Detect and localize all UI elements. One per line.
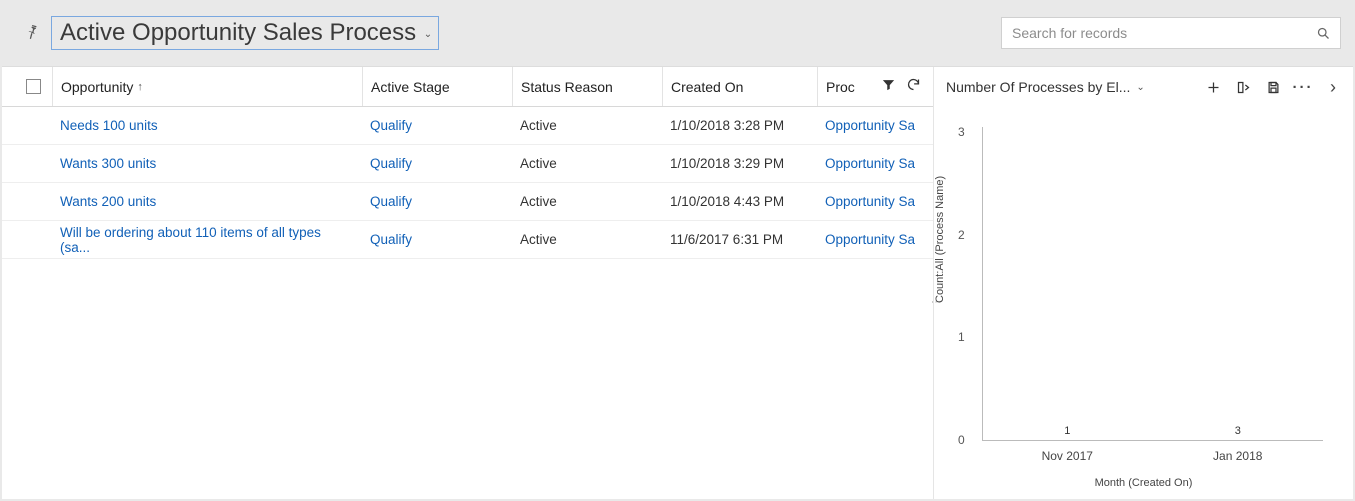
chart-tools: ··· › xyxy=(1205,77,1341,98)
opportunity-link[interactable]: Wants 200 units xyxy=(52,183,362,220)
table-row[interactable]: Will be ordering about 110 items of all … xyxy=(2,221,933,259)
opportunity-link[interactable]: Will be ordering about 110 items of all … xyxy=(52,221,362,258)
grid-rows: Needs 100 unitsQualifyActive1/10/2018 3:… xyxy=(2,107,933,259)
bar-category-label: Jan 2018 xyxy=(1213,449,1262,463)
top-bar: Active Opportunity Sales Process ⌄ xyxy=(0,0,1355,66)
created-on-cell: 11/6/2017 6:31 PM xyxy=(662,221,817,258)
bars-area: 1Nov 20173Jan 2018 xyxy=(982,127,1323,441)
chart-header: Number Of Processes by El... ⌄ ··· › xyxy=(934,67,1353,107)
row-checkbox[interactable] xyxy=(14,145,52,182)
search-input[interactable] xyxy=(1002,18,1306,48)
view-selector[interactable]: Active Opportunity Sales Process ⌄ xyxy=(51,16,439,50)
sort-asc-icon: ↑ xyxy=(137,81,143,93)
table-row[interactable]: Wants 300 unitsQualifyActive1/10/2018 3:… xyxy=(2,145,933,183)
filter-icon[interactable] xyxy=(881,77,896,96)
chart-title-text: Number Of Processes by El... xyxy=(946,79,1130,95)
grid-pane: Opportunity ↑ Active Stage Status Reason… xyxy=(2,67,933,499)
column-status-reason[interactable]: Status Reason xyxy=(512,67,662,106)
content-area: Opportunity ↑ Active Stage Status Reason… xyxy=(2,66,1353,499)
bar-value-label: 3 xyxy=(1235,425,1241,437)
y-tick: 2 xyxy=(958,228,965,242)
pin-icon[interactable] xyxy=(23,21,45,44)
row-checkbox[interactable] xyxy=(14,221,52,258)
y-tick: 3 xyxy=(958,125,965,139)
status-reason-cell: Active xyxy=(512,221,662,258)
active-stage-link[interactable]: Qualify xyxy=(362,183,512,220)
grid-header: Opportunity ↑ Active Stage Status Reason… xyxy=(2,67,933,107)
column-process[interactable]: Proc xyxy=(817,67,887,106)
y-tick: 0 xyxy=(958,433,965,447)
row-checkbox[interactable] xyxy=(14,183,52,220)
save-chart-button[interactable] xyxy=(1265,80,1281,95)
table-row[interactable]: Wants 200 unitsQualifyActive1/10/2018 4:… xyxy=(2,183,933,221)
view-title-text: Active Opportunity Sales Process xyxy=(60,19,416,46)
process-link[interactable]: Opportunity Sa xyxy=(817,221,917,258)
opportunity-link[interactable]: Wants 300 units xyxy=(52,145,362,182)
column-created-on[interactable]: Created On xyxy=(662,67,817,106)
active-stage-link[interactable]: Qualify xyxy=(362,107,512,144)
column-label: Created On xyxy=(671,79,743,95)
more-icon[interactable]: ··· xyxy=(1295,79,1311,96)
status-reason-cell: Active xyxy=(512,145,662,182)
chart-pane: ⋮ Number Of Processes by El... ⌄ ··· › C… xyxy=(933,67,1353,499)
process-link[interactable]: Opportunity Sa xyxy=(817,107,917,144)
collapse-chart-icon[interactable]: › xyxy=(1325,77,1341,98)
column-opportunity[interactable]: Opportunity ↑ xyxy=(52,67,362,106)
created-on-cell: 1/10/2018 3:28 PM xyxy=(662,107,817,144)
column-label: Proc xyxy=(826,79,855,95)
chart-body: Count:All (Process Name) 3210 1Nov 20173… xyxy=(934,107,1353,499)
y-ticks: 3 2 1 0 xyxy=(958,125,965,447)
created-on-cell: 1/10/2018 3:29 PM xyxy=(662,145,817,182)
opportunity-link[interactable]: Needs 100 units xyxy=(52,107,362,144)
y-axis-label: Count:All (Process Name) xyxy=(934,176,946,303)
column-label: Active Stage xyxy=(371,79,450,95)
column-label: Status Reason xyxy=(521,79,613,95)
column-active-stage[interactable]: Active Stage xyxy=(362,67,512,106)
status-reason-cell: Active xyxy=(512,107,662,144)
created-on-cell: 1/10/2018 4:43 PM xyxy=(662,183,817,220)
chevron-down-icon: ⌄ xyxy=(424,29,432,40)
checkbox-icon xyxy=(26,79,41,94)
column-label: Opportunity xyxy=(61,79,133,95)
active-stage-link[interactable]: Qualify xyxy=(362,145,512,182)
bar-value-label: 1 xyxy=(1064,425,1070,437)
active-stage-link[interactable]: Qualify xyxy=(362,221,512,258)
refresh-icon[interactable] xyxy=(906,77,921,96)
y-tick: 1 xyxy=(958,330,965,344)
new-chart-button[interactable] xyxy=(1205,80,1221,95)
select-all-checkbox[interactable] xyxy=(14,67,52,106)
search-button[interactable] xyxy=(1306,18,1340,48)
title-wrap: Active Opportunity Sales Process ⌄ xyxy=(26,16,439,50)
chevron-down-icon: ⌄ xyxy=(1136,82,1144,93)
x-axis-label: Month (Created On) xyxy=(934,477,1353,489)
chart-selector[interactable]: Number Of Processes by El... ⌄ xyxy=(946,79,1145,95)
status-reason-cell: Active xyxy=(512,183,662,220)
search-box xyxy=(1001,17,1341,49)
table-row[interactable]: Needs 100 unitsQualifyActive1/10/2018 3:… xyxy=(2,107,933,145)
row-checkbox[interactable] xyxy=(14,107,52,144)
process-link[interactable]: Opportunity Sa xyxy=(817,183,917,220)
bar-category-label: Nov 2017 xyxy=(1042,449,1093,463)
expand-chart-button[interactable] xyxy=(1235,80,1251,95)
grid-header-tools xyxy=(881,67,921,106)
process-link[interactable]: Opportunity Sa xyxy=(817,145,917,182)
